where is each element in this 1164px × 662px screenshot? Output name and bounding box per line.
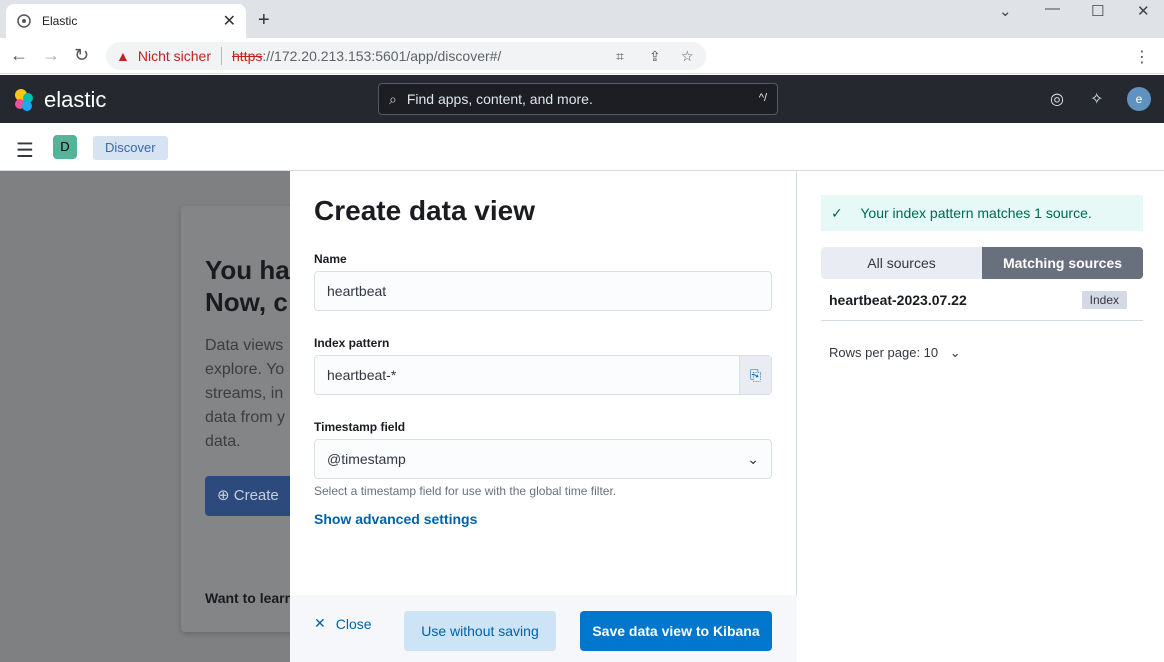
chevron-down-icon: ⌄ [747, 451, 759, 467]
use-without-saving-button[interactable]: Use without saving [404, 611, 556, 651]
save-data-view-button[interactable]: Save data view to Kibana [580, 611, 772, 651]
tab-matching-sources[interactable]: Matching sources [982, 247, 1143, 279]
minimize-icon[interactable]: — [1045, 0, 1060, 17]
forward-arrow-icon[interactable]: → [42, 45, 60, 66]
close-label: Close [335, 615, 372, 632]
new-tab-button[interactable]: + [258, 9, 270, 32]
global-search-input[interactable]: ⌕ Find apps, content, and more. ^/ [378, 83, 778, 115]
reload-icon[interactable]: ↻ [74, 45, 89, 66]
timestamp-value: @timestamp [327, 451, 406, 467]
name-field[interactable]: heartbeat [314, 271, 772, 311]
callout-text: Your index pattern matches 1 source. [860, 205, 1092, 221]
chevron-down-icon: ⌄ [949, 345, 961, 360]
name-label: Name [314, 252, 347, 266]
translate-icon[interactable]: ⌗ [616, 48, 624, 65]
create-data-view-flyout: Create data view Name heartbeat Index pa… [290, 171, 1164, 662]
help-icon[interactable]: ◎ [1050, 89, 1064, 109]
elastic-logo[interactable]: elastic [12, 87, 106, 113]
page-title: Create data view [314, 195, 535, 226]
rows-per-page-label: Rows per page: 10 [829, 345, 939, 360]
address-bar: ← → ↻ ▲ Nicht sicher https ://172.20.213… [0, 38, 1164, 74]
url-bar[interactable]: ▲ Nicht sicher https ://172.20.213.153:5… [106, 42, 706, 70]
match-callout: ✓ Your index pattern matches 1 source. [821, 195, 1143, 231]
menu-icon[interactable]: ☰ [16, 138, 34, 163]
tab-title: Elastic [42, 14, 78, 28]
search-placeholder: Find apps, content, and more. [406, 91, 593, 107]
avatar[interactable]: e [1127, 87, 1151, 111]
index-pattern-value: heartbeat-* [327, 367, 397, 383]
share-icon[interactable]: ⇪ [649, 48, 661, 65]
close-window-icon[interactable]: ✕ [1137, 2, 1150, 20]
warning-icon: ▲ [116, 48, 130, 64]
search-shortcut: ^/ [758, 92, 767, 104]
space-avatar[interactable]: D [53, 135, 77, 159]
close-icon: ✕ [314, 615, 326, 631]
sources-tabs: All sources Matching sources [821, 247, 1143, 279]
kibana-header: elastic ⌕ Find apps, content, and more. … [0, 75, 1164, 123]
timestamp-field-select[interactable]: @timestamp ⌄ [314, 439, 772, 479]
url-scheme: https [232, 48, 263, 64]
back-arrow-icon[interactable]: ← [10, 45, 28, 66]
url-text: ://172.20.213.153:5601/app/discover#/ [262, 48, 502, 64]
rows-per-page-button[interactable]: Rows per page: 10 ⌄ [829, 345, 961, 361]
index-pattern-field[interactable]: heartbeat-* ⎘ [314, 355, 772, 395]
elastic-favicon-icon [17, 14, 31, 28]
star-icon[interactable]: ☆ [681, 48, 694, 65]
index-pattern-label: Index pattern [314, 336, 390, 350]
search-icon: ⌕ [389, 90, 397, 107]
source-name: heartbeat-2023.07.22 [829, 292, 967, 308]
brand-name: elastic [44, 87, 107, 112]
timestamp-help-text: Select a timestamp field for use with th… [314, 484, 617, 498]
check-icon: ✓ [831, 205, 843, 221]
news-feed-icon[interactable]: ✧ [1090, 89, 1103, 109]
tab-close-icon[interactable]: ✕ [223, 11, 236, 31]
flyout-footer: ✕ Close Use without saving Save data vie… [290, 595, 797, 662]
close-button[interactable]: ✕ Close [314, 615, 372, 632]
maximize-icon[interactable]: ☐ [1091, 2, 1104, 20]
flyout-form-panel: Create data view Name heartbeat Index pa… [290, 171, 797, 662]
breadcrumb[interactable]: Discover [93, 136, 168, 160]
security-label[interactable]: Nicht sicher [138, 48, 211, 64]
show-advanced-settings-link[interactable]: Show advanced settings [314, 511, 477, 527]
breadcrumb-bar: ☰ D Discover [0, 123, 1164, 171]
browser-tabbar: Elastic ✕ + ⌄ — ☐ ✕ [0, 0, 1164, 38]
table-row: heartbeat-2023.07.22 Index [821, 279, 1143, 321]
browser-tab[interactable]: Elastic ✕ [6, 4, 246, 38]
divider [221, 47, 222, 65]
tab-all-sources[interactable]: All sources [821, 247, 982, 279]
character-help-icon[interactable]: ⎘ [739, 356, 771, 394]
timestamp-field-label: Timestamp field [314, 420, 406, 434]
source-type-badge: Index [1081, 291, 1127, 309]
elastic-logo-icon [15, 89, 33, 111]
sources-panel: ✓ Your index pattern matches 1 source. A… [821, 171, 1143, 662]
more-menu-icon[interactable]: ⋮ [1134, 47, 1150, 67]
chevron-down-icon[interactable]: ⌄ [999, 2, 1012, 20]
